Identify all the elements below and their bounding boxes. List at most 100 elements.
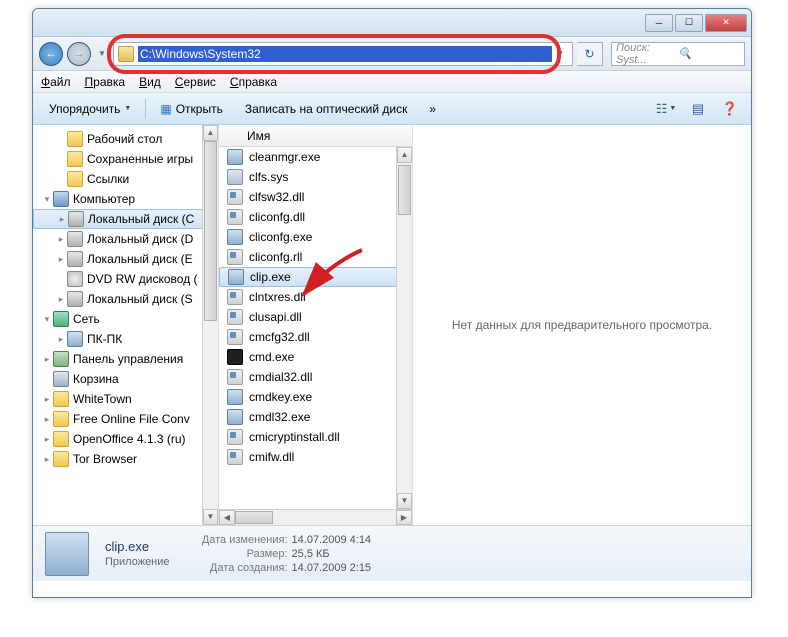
address-bar[interactable]: C:\Windows\System32 ▼ [113, 42, 573, 66]
file-item[interactable]: cmdial32.dll [219, 367, 412, 387]
burn-button[interactable]: Записать на оптический диск [237, 99, 416, 119]
tree-item[interactable]: Рабочий стол [33, 129, 218, 149]
tree-item[interactable]: ▸Free Online File Conv [33, 409, 218, 429]
tree-item[interactable]: ▸Tor Browser [33, 449, 218, 469]
close-button[interactable]: ✕ [705, 14, 747, 32]
file-item[interactable]: cliconfg.rll [219, 247, 412, 267]
filelist-hscrollbar[interactable]: ◀ ▶ [219, 509, 412, 525]
tree-item[interactable]: ▸Панель управления [33, 349, 218, 369]
tree-item[interactable]: ▾ Сеть [33, 309, 218, 329]
tree-item[interactable]: Корзина [33, 369, 218, 389]
item-label: Сохраненные игры [87, 152, 193, 166]
file-item[interactable]: cliconfg.dll [219, 207, 412, 227]
back-button[interactable]: ← [39, 42, 63, 66]
item-label: Локальный диск (C [88, 212, 194, 226]
tree-item[interactable]: Сохраненные игры [33, 149, 218, 169]
item-icon [53, 191, 69, 207]
tree-item[interactable]: ▸Локальный диск (D [33, 229, 218, 249]
minimize-button[interactable]: ─ [645, 14, 673, 32]
file-item[interactable]: cmcfg32.dll [219, 327, 412, 347]
tree-item[interactable]: ▸ Локальный диск (S [33, 289, 218, 309]
file-item[interactable]: cmdl32.exe [219, 407, 412, 427]
file-icon [227, 389, 243, 405]
address-dropdown[interactable]: ▼ [552, 49, 568, 58]
open-button[interactable]: ▦Открыть [152, 99, 230, 119]
content-area: Рабочий стол Сохраненные игры Ссылки ▾ Компь… [33, 125, 751, 525]
expand-icon[interactable]: ▸ [41, 454, 53, 465]
tree-item[interactable]: ▸OpenOffice 4.1.3 (ru) [33, 429, 218, 449]
file-item[interactable]: clip.exe [219, 267, 412, 287]
menu-edit[interactable]: Правка [85, 75, 126, 89]
preview-pane-button[interactable]: ▤ [685, 98, 711, 120]
refresh-button[interactable]: ↻ [577, 42, 603, 66]
help-button[interactable]: ❓ [717, 98, 743, 120]
scroll-thumb[interactable] [398, 165, 411, 215]
tree-item[interactable]: Ссылки [33, 169, 218, 189]
item-label: Сеть [73, 312, 100, 326]
expand-icon[interactable]: ▸ [56, 214, 68, 225]
item-label: Компьютер [73, 192, 135, 206]
menu-file[interactable]: Файл [41, 75, 71, 89]
item-label: WhiteTown [73, 392, 132, 406]
search-icon[interactable]: 🔍 [678, 47, 740, 60]
menu-view[interactable]: Вид [139, 75, 161, 89]
address-path[interactable]: C:\Windows\System32 [138, 46, 552, 62]
filelist-vscrollbar[interactable]: ▲ ▼ [396, 147, 412, 509]
file-item[interactable]: cmicryptinstall.dll [219, 427, 412, 447]
expand-icon[interactable]: ▸ [55, 334, 67, 345]
expand-icon[interactable]: ▾ [41, 314, 53, 325]
scroll-up-button[interactable]: ▲ [203, 125, 218, 141]
titlebar: ─ ☐ ✕ [33, 9, 751, 37]
scroll-right-button[interactable]: ▶ [396, 510, 412, 525]
scroll-left-button[interactable]: ◀ [219, 510, 235, 525]
tree-item[interactable]: ▸ПК-ПК [33, 329, 218, 349]
scroll-down-button[interactable]: ▼ [397, 493, 412, 509]
sidebar-scrollbar[interactable]: ▲ ▼ [202, 125, 218, 525]
file-item[interactable]: cmd.exe [219, 347, 412, 367]
maximize-button[interactable]: ☐ [675, 14, 703, 32]
expand-icon[interactable]: ▸ [41, 394, 53, 405]
file-icon [227, 309, 243, 325]
scroll-down-button[interactable]: ▼ [203, 509, 218, 525]
file-item[interactable]: clfs.sys [219, 167, 412, 187]
expand-icon[interactable]: ▸ [41, 434, 53, 445]
item-label: DVD RW дисковод ( [87, 272, 198, 286]
file-name: cmicryptinstall.dll [249, 430, 340, 444]
tree-item[interactable]: DVD RW дисковод ( [33, 269, 218, 289]
expand-icon[interactable]: ▸ [41, 354, 53, 365]
tree-item[interactable]: ▾ Компьютер [33, 189, 218, 209]
expand-icon[interactable]: ▾ [41, 194, 53, 205]
file-item[interactable]: cmdkey.exe [219, 387, 412, 407]
search-input[interactable]: Поиск: Syst... 🔍 [611, 42, 745, 66]
file-item[interactable]: cmifw.dll [219, 447, 412, 467]
more-button[interactable]: » [421, 99, 444, 119]
menu-tools[interactable]: Сервис [175, 75, 216, 89]
item-label: Локальный диск (S [87, 292, 193, 306]
menu-help[interactable]: Справка [230, 75, 277, 89]
scroll-up-button[interactable]: ▲ [397, 147, 412, 163]
column-header-name[interactable]: Имя [219, 125, 412, 147]
file-item[interactable]: cleanmgr.exe [219, 147, 412, 167]
file-item[interactable]: clusapi.dll [219, 307, 412, 327]
file-item[interactable]: clntxres.dll [219, 287, 412, 307]
item-icon [68, 211, 84, 227]
expand-icon[interactable]: ▸ [55, 234, 67, 245]
history-dropdown[interactable]: ▼ [95, 42, 109, 66]
scroll-thumb[interactable] [235, 511, 273, 524]
expand-icon[interactable]: ▸ [41, 414, 53, 425]
view-mode-button[interactable]: ☷▼ [653, 98, 679, 120]
toolbar: Упорядочить▼ ▦Открыть Записать на оптиче… [33, 93, 751, 125]
expand-icon[interactable]: ▸ [55, 254, 67, 265]
item-icon [53, 411, 69, 427]
file-item[interactable]: clfsw32.dll [219, 187, 412, 207]
scroll-thumb[interactable] [204, 141, 217, 321]
item-label: Локальный диск (E [87, 252, 193, 266]
tree-item[interactable]: ▸ WhiteTown [33, 389, 218, 409]
forward-button[interactable]: → [67, 42, 91, 66]
expand-icon[interactable]: ▸ [55, 294, 67, 305]
file-item[interactable]: cliconfg.exe [219, 227, 412, 247]
tree-item[interactable]: ▸ Локальный диск (E [33, 249, 218, 269]
tree-item[interactable]: ▸ Локальный диск (C [33, 209, 218, 229]
preview-pane: Нет данных для предварительного просмотр… [413, 125, 751, 525]
organize-button[interactable]: Упорядочить▼ [41, 99, 139, 119]
